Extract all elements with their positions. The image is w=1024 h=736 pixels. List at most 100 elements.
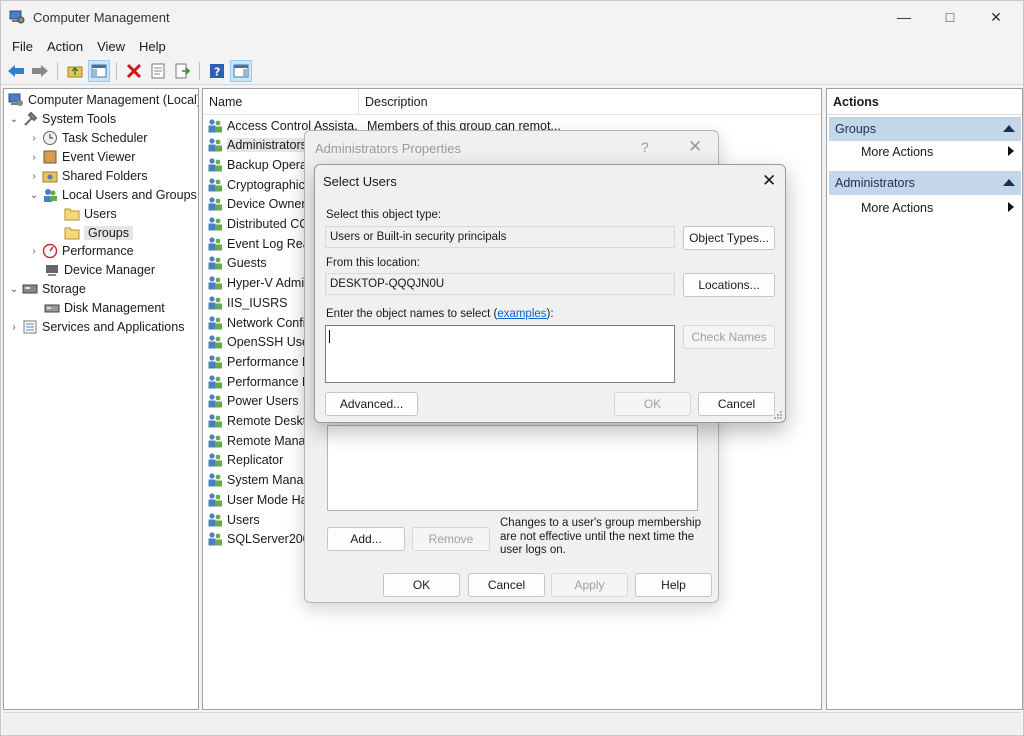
show-hide-action-pane-button[interactable] (230, 59, 252, 82)
tree-item-performance[interactable]: › Performance (28, 242, 134, 260)
collapsed-chevron-icon[interactable]: › (28, 171, 40, 182)
export-list-button[interactable] (171, 60, 193, 82)
select-users-cancel-button[interactable]: Cancel (698, 392, 775, 416)
menu-action[interactable]: Action (40, 39, 90, 54)
properties-icon (151, 63, 165, 78)
tree-item-services-and-applications[interactable]: › Services and Applications (8, 318, 184, 336)
properties-ok-button[interactable]: OK (383, 573, 460, 597)
group-icon (208, 512, 222, 526)
properties-close-button[interactable]: ✕ (688, 137, 702, 157)
select-users-ok-button[interactable]: OK (614, 392, 691, 416)
forward-button[interactable] (29, 60, 51, 82)
properties-help-button[interactable]: Help (635, 573, 712, 597)
menu-bar: File Action View Help (1, 35, 1023, 57)
collapse-triangle-icon (1003, 125, 1015, 132)
collapsed-chevron-icon[interactable]: › (28, 152, 40, 163)
delete-button[interactable] (123, 60, 145, 82)
more-actions-administrators[interactable]: More Actions (861, 201, 933, 215)
expanded-chevron-icon[interactable]: ⌄ (8, 284, 20, 295)
maximize-button[interactable]: □ (927, 1, 973, 33)
locations-button[interactable]: Locations... (683, 273, 775, 297)
object-names-input[interactable] (325, 325, 675, 383)
group-icon (208, 296, 222, 310)
show-hide-console-tree-button[interactable] (88, 59, 110, 82)
collapsed-chevron-icon[interactable]: › (28, 133, 40, 144)
resize-grip-icon[interactable] (773, 410, 783, 420)
close-window-button[interactable]: ✕ (973, 1, 1019, 33)
dialog-help-icon[interactable]: ? (641, 139, 649, 155)
back-button[interactable] (5, 60, 27, 82)
group-icon (208, 138, 222, 152)
minimize-icon: — (897, 9, 911, 25)
actions-section-administrators[interactable]: Administrators (829, 171, 1021, 195)
help-button[interactable]: ? (206, 60, 228, 82)
location-field: DESKTOP-QQQJN0U (325, 273, 675, 295)
tree-item-disk-management[interactable]: Disk Management (42, 299, 165, 317)
properties-button[interactable] (147, 60, 169, 82)
object-type-field: Users or Built-in security principals (325, 226, 675, 248)
object-type-label: Select this object type: (326, 209, 442, 221)
clock-icon (42, 130, 58, 146)
group-icon (208, 335, 222, 349)
minimize-button[interactable]: — (881, 1, 927, 33)
folder-icon (64, 225, 80, 241)
group-icon (208, 355, 222, 369)
toolbar: ? (1, 57, 1023, 85)
add-member-button[interactable]: Add... (327, 527, 405, 551)
computer-management-icon (9, 10, 25, 24)
tree-item-task-scheduler[interactable]: › Task Scheduler (28, 129, 147, 147)
membership-note: Changes to a user's group membership are… (500, 517, 701, 556)
expanded-chevron-icon[interactable]: ⌄ (28, 190, 40, 201)
select-users-title: Select Users (323, 174, 397, 189)
export-list-icon (175, 63, 190, 78)
expanded-chevron-icon[interactable]: ⌄ (8, 114, 20, 125)
actions-section-groups[interactable]: Groups (829, 117, 1021, 141)
up-one-level-button[interactable] (64, 60, 86, 82)
menu-file[interactable]: File (5, 39, 40, 54)
menu-help[interactable]: Help (132, 39, 173, 54)
tree-item-device-manager[interactable]: Device Manager (42, 261, 155, 279)
more-actions-groups[interactable]: More Actions (861, 145, 933, 159)
members-list[interactable] (327, 425, 698, 511)
select-users-close-button[interactable]: ✕ (762, 171, 776, 191)
users-group-icon (42, 187, 58, 203)
group-icon (208, 197, 222, 211)
collapse-triangle-icon (1003, 179, 1015, 186)
tree-item-storage[interactable]: ⌄ Storage (8, 280, 86, 298)
menu-view[interactable]: View (90, 39, 132, 54)
properties-apply-button[interactable]: Apply (551, 573, 628, 597)
group-icon (208, 374, 222, 389)
group-icon (208, 532, 222, 546)
tree-item-groups[interactable]: Groups (62, 224, 133, 242)
tree-item-event-viewer[interactable]: › Event Viewer (28, 148, 135, 166)
location-label: From this location: (326, 257, 420, 269)
check-names-button[interactable]: Check Names (683, 325, 775, 349)
device-manager-icon (44, 262, 60, 278)
group-icon (208, 217, 222, 231)
back-arrow-icon (8, 64, 24, 77)
tree-item-local-users-and-groups[interactable]: ⌄ Local Users and Groups (28, 186, 197, 204)
collapsed-chevron-icon[interactable]: › (8, 322, 20, 333)
group-icon (208, 177, 222, 192)
tree-item-system-tools[interactable]: ⌄ System Tools (8, 110, 116, 128)
submenu-arrow-icon (1008, 146, 1014, 156)
properties-cancel-button[interactable]: Cancel (468, 573, 545, 597)
column-header-description[interactable]: Description (359, 89, 428, 115)
examples-link[interactable]: examples (497, 308, 546, 320)
tree-item-users[interactable]: Users (62, 205, 117, 223)
object-types-button[interactable]: Object Types... (683, 226, 775, 250)
window-title: Computer Management (33, 10, 170, 25)
tree-item-computer-management[interactable]: Computer Management (Local) (6, 91, 198, 109)
services-icon (22, 319, 38, 335)
text-caret (329, 330, 330, 343)
tree-item-shared-folders[interactable]: › Shared Folders (28, 167, 147, 185)
title-bar: Computer Management — □ ✕ (1, 1, 1023, 33)
column-header-name[interactable]: Name (203, 89, 359, 115)
remove-member-button[interactable]: Remove (412, 527, 490, 551)
group-icon (208, 394, 222, 408)
advanced-button[interactable]: Advanced... (325, 392, 418, 416)
disk-management-icon (44, 300, 60, 316)
toolbar-separator (57, 61, 58, 80)
collapsed-chevron-icon[interactable]: › (28, 246, 40, 257)
event-viewer-icon (42, 149, 58, 165)
